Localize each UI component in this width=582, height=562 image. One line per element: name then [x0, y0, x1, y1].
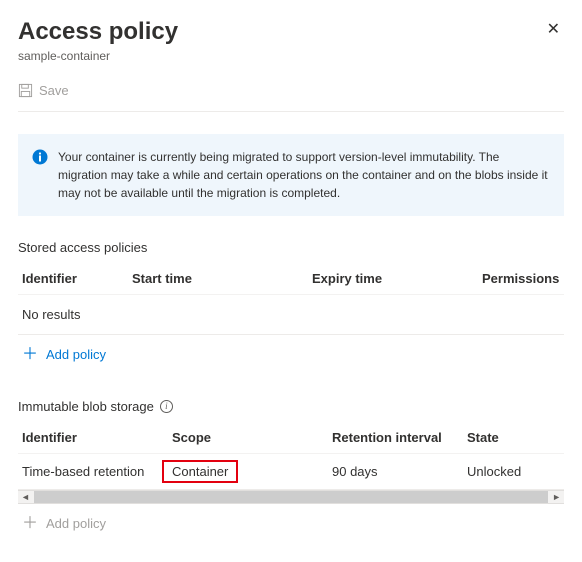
- plus-icon: ＋: [22, 516, 38, 532]
- horizontal-scrollbar[interactable]: [18, 490, 564, 504]
- save-button: Save: [18, 81, 69, 100]
- save-label: Save: [39, 83, 69, 98]
- cell-state: Unlocked: [467, 464, 560, 479]
- immutable-blob-storage-title: Immutable blob storage i: [18, 399, 564, 414]
- column-identifier[interactable]: Identifier: [22, 271, 132, 286]
- info-icon: [32, 149, 48, 165]
- column-state[interactable]: State: [467, 430, 560, 445]
- add-policy-label: Add policy: [46, 347, 106, 362]
- add-immutable-policy-button: ＋ Add policy: [18, 504, 110, 544]
- stored-access-policies-title: Stored access policies: [18, 240, 564, 255]
- save-icon: [18, 83, 33, 98]
- add-stored-access-policy-button[interactable]: ＋ Add policy: [18, 335, 110, 375]
- cell-identifier: Time-based retention: [22, 464, 172, 479]
- column-identifier[interactable]: Identifier: [22, 430, 172, 445]
- info-hint-icon[interactable]: i: [160, 400, 173, 413]
- add-policy-label: Add policy: [46, 516, 106, 531]
- no-results-row: No results: [18, 295, 564, 335]
- stored-access-policies-table: Identifier Start time Expiry time Permis…: [18, 263, 564, 335]
- column-start-time[interactable]: Start time: [132, 271, 312, 286]
- close-icon: ✕: [547, 21, 560, 38]
- column-permissions[interactable]: Permissions: [482, 271, 560, 286]
- plus-icon: ＋: [22, 347, 38, 363]
- page-subtitle: sample-container: [18, 49, 178, 63]
- close-button[interactable]: ✕: [543, 18, 564, 42]
- column-expiry-time[interactable]: Expiry time: [312, 271, 482, 286]
- page-title: Access policy: [18, 18, 178, 47]
- table-row[interactable]: Time-based retention Container 90 days U…: [18, 454, 564, 490]
- column-retention-interval[interactable]: Retention interval: [332, 430, 467, 445]
- column-scope[interactable]: Scope: [172, 430, 332, 445]
- immutable-blob-storage-table: Identifier Scope Retention interval Stat…: [18, 422, 564, 490]
- info-message: Your container is currently being migrat…: [58, 148, 548, 202]
- info-banner: Your container is currently being migrat…: [18, 134, 564, 216]
- cell-scope: Container: [172, 464, 332, 479]
- cell-retention-interval: 90 days: [332, 464, 467, 479]
